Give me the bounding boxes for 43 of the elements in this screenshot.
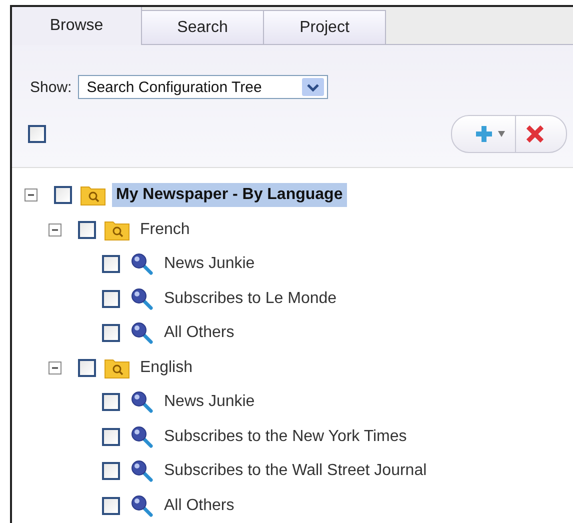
search-folder-icon (80, 184, 106, 206)
collapse-icon[interactable] (24, 188, 38, 202)
checkbox[interactable] (102, 428, 120, 446)
checkbox[interactable] (54, 186, 72, 204)
search-folder-icon (104, 218, 130, 241)
magnifier-icon (130, 390, 154, 414)
select-all-checkbox[interactable] (28, 125, 46, 143)
search-folder-icon (104, 356, 130, 379)
checkbox[interactable] (78, 358, 96, 377)
show-label: Show: (30, 78, 72, 96)
magnifier-icon (130, 286, 154, 311)
tree-item[interactable]: News Junkie (160, 390, 259, 414)
tab[interactable]: Search (142, 10, 264, 44)
caret-icon (498, 131, 505, 137)
tree-item[interactable]: English (136, 356, 196, 380)
tree-item[interactable]: All Others (160, 494, 238, 518)
checkbox[interactable] (102, 496, 120, 515)
tree-item[interactable]: Subscribes to Le Monde (160, 286, 341, 311)
collapse-icon[interactable] (48, 360, 62, 375)
tree-item[interactable]: My Newspaper - By Language (112, 183, 347, 208)
magnifier-icon (130, 424, 154, 449)
tab[interactable]: Browse (12, 7, 142, 45)
checkbox[interactable] (102, 290, 120, 308)
magnifier-icon (130, 494, 154, 518)
checkbox[interactable] (102, 393, 120, 412)
close-icon (526, 125, 544, 143)
chevron-down-icon (302, 78, 324, 96)
show-dropdown[interactable]: Search Configuration Tree (78, 75, 328, 99)
tree-item[interactable]: All Others (160, 321, 238, 346)
checkbox[interactable] (102, 255, 120, 274)
checkbox[interactable] (102, 462, 120, 480)
plus-icon (474, 124, 494, 144)
collapse-icon[interactable] (48, 222, 62, 237)
tree-item[interactable]: French (136, 218, 194, 242)
tree-item[interactable]: Subscribes to the New York Times (160, 424, 411, 449)
checkbox[interactable] (102, 324, 120, 342)
tab[interactable]: Project (264, 10, 386, 44)
magnifier-icon (130, 459, 154, 484)
checkbox[interactable] (78, 220, 96, 239)
tree-item[interactable]: News Junkie (160, 252, 259, 276)
tree-item[interactable]: Subscribes to the Wall Street Journal (160, 459, 431, 484)
magnifier-icon (130, 252, 154, 276)
magnifier-icon (130, 321, 154, 346)
